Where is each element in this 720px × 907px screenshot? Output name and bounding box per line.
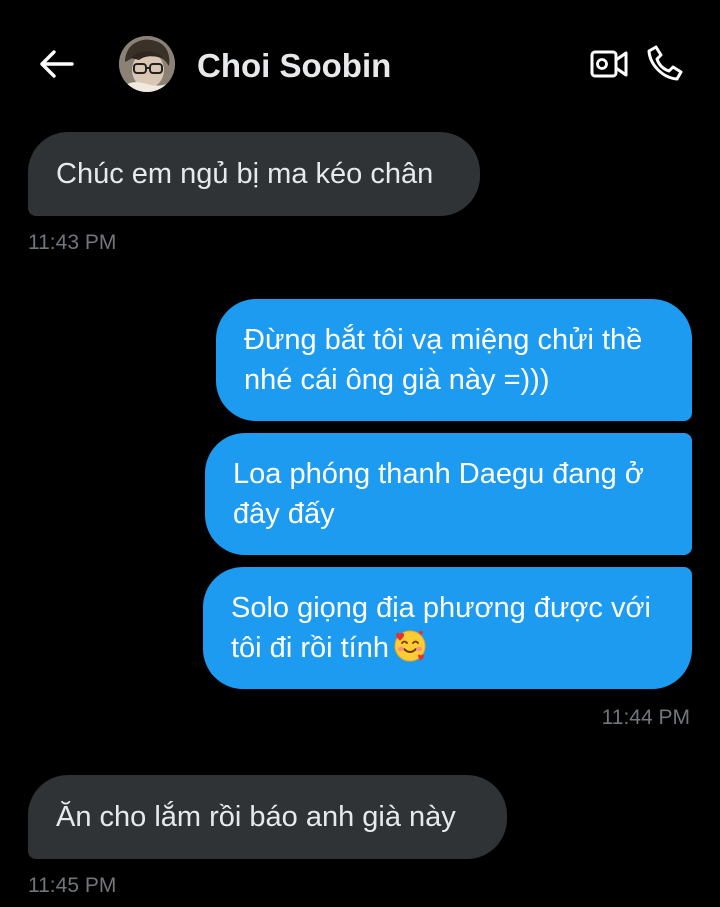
avatar[interactable]	[119, 36, 175, 92]
video-call-button[interactable]	[588, 44, 630, 84]
smiling-face-with-hearts-emoji	[394, 630, 426, 662]
message-text: Đừng bắt tôi vạ miệng chửi thề	[244, 324, 643, 356]
message-text: tôi đi rồi tính	[231, 632, 389, 664]
arrow-left-icon	[40, 50, 74, 78]
message-text-with-emoji: tôi đi rồi tính	[231, 628, 664, 668]
message-timestamp: 11:43 PM	[28, 231, 117, 254]
back-button[interactable]	[36, 44, 76, 84]
voice-call-button[interactable]	[644, 42, 686, 84]
message-text: nhé cái ông già này =)))	[244, 364, 550, 396]
message-timestamp: 11:45 PM	[28, 874, 117, 897]
message-bubble-incoming[interactable]: Ăn cho lắm rồi báo anh già này	[28, 775, 507, 859]
video-camera-icon	[590, 50, 628, 78]
message-text: đây đấy	[233, 498, 335, 530]
message-bubble-incoming[interactable]: Chúc em ngủ bị ma kéo chân	[28, 132, 480, 216]
message-timestamp: 11:44 PM	[601, 706, 690, 729]
phone-icon	[647, 45, 683, 81]
message-text: Ăn cho lắm rồi báo anh già này	[56, 801, 456, 833]
message-text: Chúc em ngủ bị ma kéo chân	[56, 158, 434, 190]
contact-name[interactable]: Choi Soobin	[197, 44, 391, 88]
avatar-image	[119, 36, 175, 92]
message-bubble-outgoing[interactable]: Loa phóng thanh Daegu đang ở đây đấy	[205, 433, 692, 555]
conversation-header: Choi Soobin	[0, 0, 720, 130]
message-text: Loa phóng thanh Daegu đang ở	[233, 458, 644, 490]
message-text: Solo giọng địa phương được với	[231, 592, 651, 624]
message-bubble-outgoing[interactable]: Đừng bắt tôi vạ miệng chửi thề nhé cái ô…	[216, 299, 692, 421]
message-bubble-outgoing[interactable]: Solo giọng địa phương được với tôi đi rồ…	[203, 567, 692, 689]
